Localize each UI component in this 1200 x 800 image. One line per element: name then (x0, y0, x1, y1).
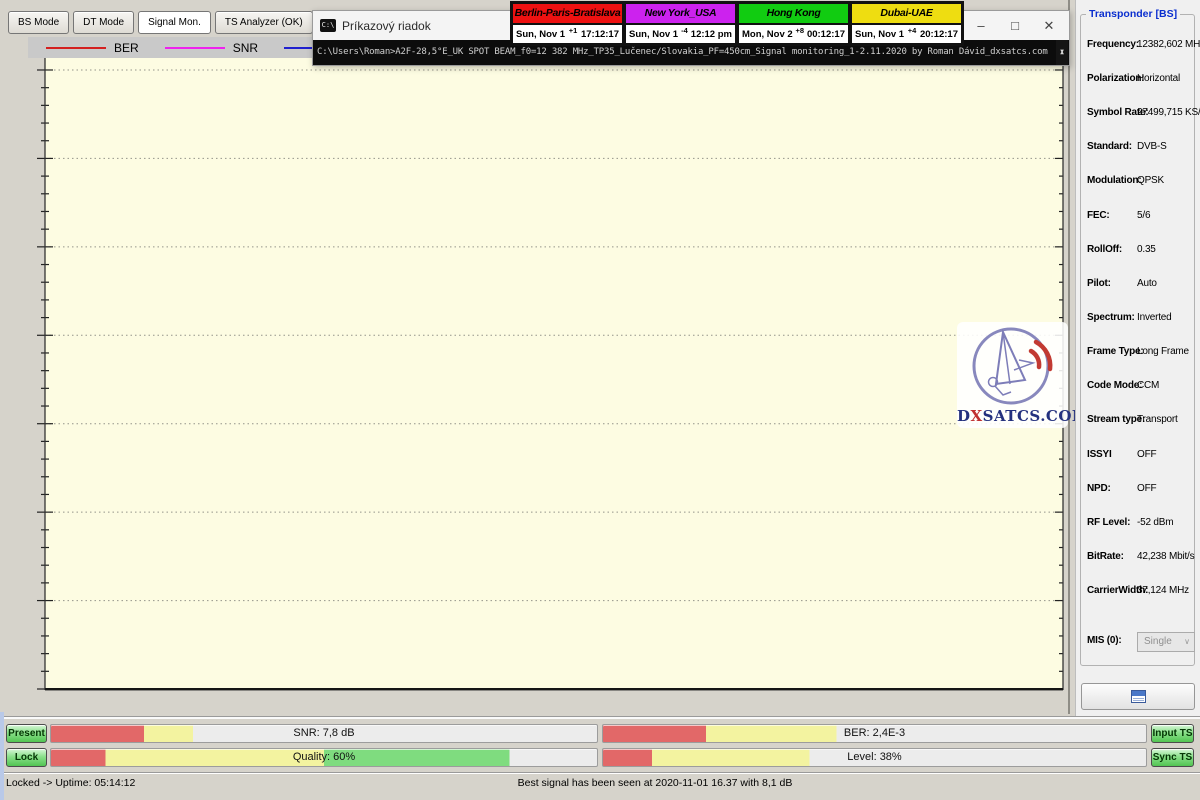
tab-ts-analyzer[interactable]: TS Analyzer (OK) (215, 11, 313, 34)
tab-dt-mode[interactable]: DT Mode (73, 11, 134, 34)
minimize-button[interactable]: – (965, 11, 997, 40)
field-label: ISSYI (1087, 449, 1112, 460)
clock-city-label: Dubai-UAE (852, 4, 961, 25)
mis-select[interactable]: Single ∨ (1137, 632, 1195, 652)
app-root: { "tabs": [ {"label": "BS Mode", "active… (0, 0, 1200, 800)
snr-line-swatch (165, 47, 225, 49)
field-value: OFF (1137, 483, 1156, 494)
field-value: CCM (1137, 380, 1159, 391)
world-clock-bar: Berlin-Paris-Bratislava Sun, Nov 1 +1 17… (510, 1, 964, 46)
clock-city-label: New York_USA (626, 4, 735, 25)
clock-hong-kong: Hong Kong Mon, Nov 2 +8 00:12:17 (738, 3, 849, 44)
satellite-dish-icon (957, 322, 1068, 408)
console-command-line: C:\Users\Roman>A2F-28,5°E_UK SPOT BEAM_f… (317, 47, 1048, 57)
maximize-button[interactable]: □ (999, 11, 1031, 40)
field-label: Spectrum: (1087, 312, 1135, 323)
field-value: Inverted (1137, 312, 1172, 323)
panel-separator (0, 716, 1200, 719)
field-value: 27499,715 KS/s (1137, 107, 1200, 118)
lock-indicator-button[interactable]: Lock (6, 748, 47, 767)
field-label: RollOff: (1087, 244, 1122, 255)
field-label: Frequency: (1087, 39, 1139, 50)
field-label: NPD: (1087, 483, 1111, 494)
best-signal-status: Best signal has been seen at 2020-11-01 … (0, 777, 1200, 789)
close-button[interactable]: ✕ (1033, 11, 1065, 40)
legend-label-ber: BER (114, 41, 139, 55)
legend-label-snr: SNR (233, 41, 258, 55)
field-label: Polarization: (1087, 73, 1144, 84)
tab-signal-mon[interactable]: Signal Mon. (138, 11, 211, 34)
field-value: 0.35 (1137, 244, 1156, 255)
mode-tabs: BS Mode DT Mode Signal Mon. TS Analyzer … (8, 11, 313, 34)
cmd-window-title: Príkazový riadok (342, 19, 431, 33)
field-value: DVB-S (1137, 141, 1167, 152)
field-value: Auto (1137, 278, 1157, 289)
input-ts-button[interactable]: Input TS (1151, 724, 1194, 743)
chevron-down-icon: ∨ (1184, 633, 1190, 651)
console-scrollbar[interactable]: ▲ ▼ (1056, 40, 1068, 65)
legend-item-snr: SNR (165, 41, 258, 55)
field-value: QPSK (1137, 175, 1164, 186)
field-value: -52 dBm (1137, 517, 1173, 528)
ber-progress-bar: BER: 2,4E-3 (602, 724, 1147, 743)
snr-progress-bar: SNR: 7,8 dB (50, 724, 598, 743)
field-label: Code Mode: (1087, 380, 1142, 391)
status-bar: Locked -> Uptime: 05:14:12 Best signal h… (0, 772, 1200, 793)
present-indicator-button[interactable]: Present (6, 724, 47, 743)
mis-selected-value: Single (1144, 636, 1172, 647)
ber-line-swatch (46, 47, 106, 49)
field-value: 42,238 Mbit/s (1137, 551, 1194, 562)
sync-ts-button[interactable]: Sync TS (1151, 748, 1194, 767)
clock-datetime: Sun, Nov 1 +1 17:12:17 (513, 25, 622, 43)
field-label: Pilot: (1087, 278, 1111, 289)
field-label: BitRate: (1087, 551, 1124, 562)
transponder-title: Transponder [BS] (1086, 8, 1180, 20)
field-label: Frame Type: (1087, 346, 1144, 357)
logo-wordmark: DXSATCS.COM (957, 407, 1068, 425)
level-progress-bar: Level: 38% (602, 748, 1147, 767)
clock-berlin: Berlin-Paris-Bratislava Sun, Nov 1 +1 17… (512, 3, 623, 44)
field-value: Transport (1137, 414, 1178, 425)
field-label: Modulation: (1087, 175, 1141, 186)
clock-datetime: Sun, Nov 1 +4 20:12:17 (852, 25, 961, 43)
field-label: Standard: (1087, 141, 1132, 152)
mis-label: MIS (0): (1087, 635, 1122, 646)
quality-progress-bar: Quality: 60% (50, 748, 598, 767)
tab-bs-mode[interactable]: BS Mode (8, 11, 69, 34)
field-value: 37,124 MHz (1137, 585, 1189, 596)
clock-datetime: Mon, Nov 2 +8 00:12:17 (739, 25, 848, 43)
clock-city-label: Berlin-Paris-Bratislava (513, 4, 622, 25)
dxsatcs-logo: DXSATCS.COM (957, 322, 1068, 428)
field-value: Horizontal (1137, 73, 1180, 84)
window-left-border (0, 712, 4, 800)
transponder-sidebar: Transponder [BS] Frequency:12382,602 MHz… (1075, 0, 1200, 718)
field-value: Long Frame (1137, 346, 1189, 357)
field-value: OFF (1137, 449, 1156, 460)
legend-item-ber: BER (46, 41, 139, 55)
clock-datetime: Sun, Nov 1 -4 12:12 pm (626, 25, 735, 43)
signal-chart (0, 0, 1070, 714)
scroll-down-icon[interactable]: ▼ (1056, 40, 1068, 64)
chart-panel-right-border (1068, 0, 1070, 714)
field-label: RF Level: (1087, 517, 1130, 528)
save-icon (1131, 690, 1146, 703)
clock-dubai: Dubai-UAE Sun, Nov 1 +4 20:12:17 (851, 3, 962, 44)
clock-city-label: Hong Kong (739, 4, 848, 25)
field-value: 5/6 (1137, 210, 1150, 221)
save-button[interactable] (1081, 683, 1195, 710)
field-value: 12382,602 MHz (1137, 39, 1200, 50)
transponder-fieldset: Transponder [BS] Frequency:12382,602 MHz… (1080, 14, 1195, 666)
field-label: FEC: (1087, 210, 1110, 221)
clock-new-york: New York_USA Sun, Nov 1 -4 12:12 pm (625, 3, 736, 44)
cmd-icon: C:\ (320, 19, 336, 32)
mis-row: MIS (0): Single ∨ (1087, 635, 1192, 655)
